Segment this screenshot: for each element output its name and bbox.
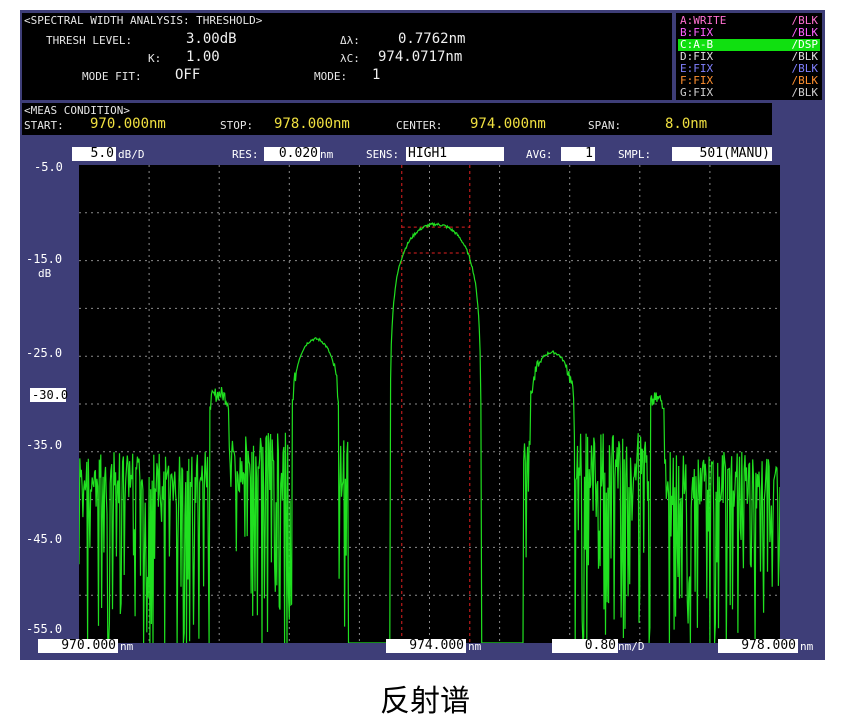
lambda-center-label: λC:: [340, 52, 360, 65]
start-label: START:: [24, 119, 64, 132]
x-stop-unit: nm: [800, 640, 814, 653]
res-field[interactable]: 0.020: [264, 147, 320, 161]
ref-level-field[interactable]: -30.0: [30, 388, 68, 402]
analysis-title: <SPECTRAL WIDTH ANALYSIS: THRESHOLD>: [24, 14, 263, 27]
res-unit: nm: [320, 148, 334, 161]
mode-fit-value: OFF: [175, 67, 201, 83]
osa-screen: <SPECTRAL WIDTH ANALYSIS: THRESHOLD> THR…: [20, 10, 825, 660]
caption: 反射谱: [380, 684, 470, 719]
smpl-label: SMPL:: [618, 148, 652, 161]
k-value: 1.00: [186, 49, 220, 65]
delta-lambda-label: Δλ:: [340, 34, 360, 47]
thresh-level-value: 3.00dB: [186, 31, 237, 47]
y-label-2: -25.0: [26, 346, 63, 360]
y-label-3: -35.0: [26, 438, 63, 452]
mode-fit-label: MODE FIT:: [82, 70, 142, 83]
y-unit: dB: [38, 267, 52, 280]
span-value: 8.0nm: [665, 116, 708, 132]
y-label-0: -5.0: [34, 160, 63, 174]
trace-row[interactable]: G:FIX/BLK: [678, 87, 820, 99]
trace-panel: A:WRITE/BLK B:FIX/BLK C:A-B/DSP D:FIX/BLK E:…: [676, 13, 822, 100]
smpl-field[interactable]: 501(MANU): [672, 147, 772, 161]
start-value: 970.000nm: [90, 116, 166, 132]
trace-name: G:FIX: [680, 86, 714, 99]
x-start-field[interactable]: 970.000: [38, 639, 118, 653]
x-center-field[interactable]: 974.000: [386, 639, 466, 653]
x-per-div-field[interactable]: 0.80: [552, 639, 618, 653]
center-value: 974.000nm: [470, 116, 546, 132]
analysis-panel: <SPECTRAL WIDTH ANALYSIS: THRESHOLD> THR…: [22, 13, 672, 100]
meas-title: <MEAS CONDITION>: [24, 104, 130, 117]
sens-field[interactable]: HIGH1: [406, 147, 504, 161]
avg-field[interactable]: 1: [561, 147, 595, 161]
avg-label: AVG:: [526, 148, 553, 161]
sens-label: SENS:: [366, 148, 400, 161]
spectrum-plot: [79, 165, 780, 643]
scale-unit: dB/D: [118, 148, 145, 161]
y-label-4: -45.0: [26, 532, 63, 546]
x-center-unit: nm: [468, 640, 482, 653]
x-stop-field[interactable]: 978.000: [718, 639, 798, 653]
x-per-div-unit: nm/D: [618, 640, 645, 653]
k-label: K:: [148, 52, 162, 65]
thresh-level-label: THRESH LEVEL:: [46, 34, 133, 47]
trace-state: /BLK: [791, 86, 819, 99]
center-label: CENTER:: [396, 119, 443, 132]
stop-value: 978.000nm: [274, 116, 350, 132]
y-label-1: -15.0: [26, 252, 63, 266]
meas-condition-panel: <MEAS CONDITION> START: 970.000nm STOP: …: [22, 103, 772, 135]
stop-label: STOP:: [220, 119, 254, 132]
y-label-5: -55.0: [26, 622, 63, 636]
mode-label: MODE:: [314, 70, 348, 83]
x-start-unit: nm: [120, 640, 134, 653]
span-label: SPAN:: [588, 119, 622, 132]
delta-lambda-value: 0.7762nm: [398, 31, 466, 47]
scale-field[interactable]: 5.0: [72, 147, 116, 161]
mode-value: 1: [372, 67, 381, 83]
res-label: RES:: [232, 148, 259, 161]
lambda-center-value: 974.0717nm: [378, 49, 463, 65]
